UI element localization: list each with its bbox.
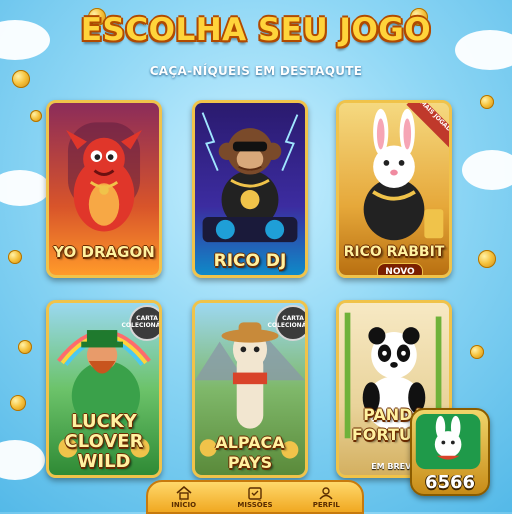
- game-title-line: PAYS: [227, 453, 273, 472]
- coin-icon: [478, 250, 496, 268]
- collectible-card-badge: CARTA COLECIONÁVEL: [268, 305, 305, 341]
- game-title: RICO DJ: [213, 251, 287, 271]
- game-title-line: WILD: [77, 451, 131, 472]
- game-card-yo-dragon[interactable]: YO DRAGON: [46, 100, 162, 278]
- page-title: ESCOLHA SEU JOGO: [80, 12, 432, 48]
- coin-icon: [30, 110, 42, 122]
- app-logo-text: 6566: [424, 472, 476, 493]
- coin-icon: [18, 340, 32, 354]
- cloud-decoration: [0, 170, 50, 206]
- game-card-rico-dj[interactable]: RICO DJ: [192, 100, 308, 278]
- coin-icon: [470, 345, 484, 359]
- profile-icon: [319, 486, 333, 499]
- cloud-decoration: [0, 440, 45, 480]
- home-icon: [176, 485, 192, 500]
- game-title-line: CLOVER: [64, 431, 144, 452]
- cloud-decoration: [462, 150, 512, 190]
- game-title-line: ALPACA: [215, 433, 285, 452]
- nav-home-label: INÍCIO: [171, 500, 197, 509]
- coin-icon: [480, 95, 494, 109]
- nav-profile-label: PERFIL: [312, 500, 340, 509]
- collectible-card-badge: CARTA COLECIONÁVEL: [122, 305, 159, 341]
- new-badge: NOVO: [377, 263, 423, 275]
- nav-profile[interactable]: PERFIL: [296, 486, 356, 509]
- game-title-line: LUCKY: [71, 411, 137, 432]
- nav-missions[interactable]: MISSÕES: [225, 486, 285, 509]
- bottom-nav: INÍCIO MISSÕES PERFIL: [146, 480, 364, 514]
- nav-missions-label: MISSÕES: [237, 500, 273, 509]
- coin-icon: [10, 395, 26, 411]
- page-subtitle: CAÇA-NÍQUEIS EM DESTAQUTE: [149, 64, 363, 78]
- app-logo: 6566: [410, 408, 490, 496]
- game-card-lucky-clover-wild[interactable]: CARTA COLECIONÁVEL LUCKY CLOVER WILD: [46, 300, 162, 478]
- game-card-rico-rabbit[interactable]: MAIS JOGADO RICO RABBIT NOVO: [336, 100, 452, 278]
- nav-home[interactable]: INÍCIO: [154, 485, 214, 509]
- game-card-alpaca-pays[interactable]: CARTA COLECIONÁVEL ALPACA PAYS: [192, 300, 308, 478]
- game-title: YO DRAGON: [53, 243, 155, 261]
- coin-icon: [8, 250, 22, 264]
- missions-icon: [248, 486, 262, 500]
- game-title: RICO RABBIT: [343, 244, 445, 260]
- monkey-dj-artwork: [195, 103, 305, 275]
